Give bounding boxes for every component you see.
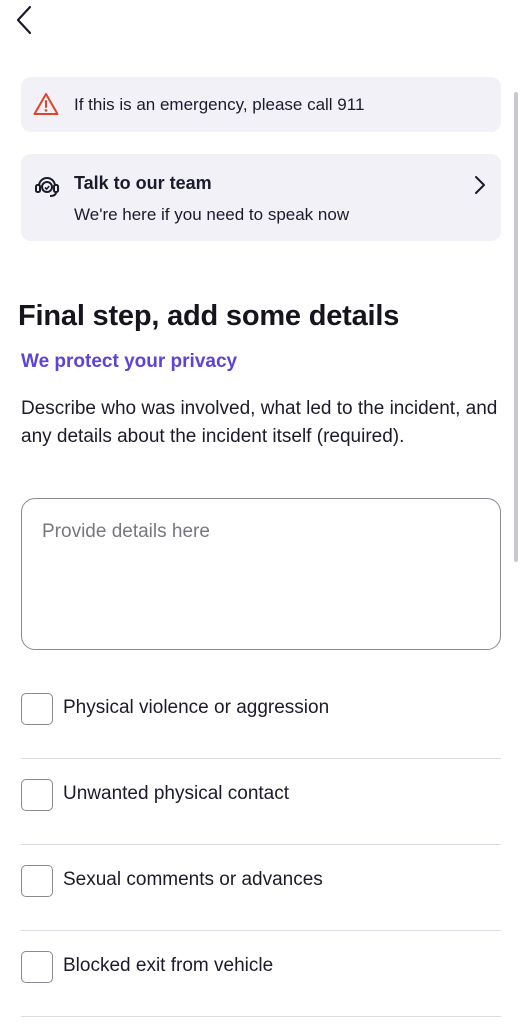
warning-triangle-icon [33,92,59,121]
privacy-link[interactable]: We protect your privacy [21,351,237,373]
option-label: Unwanted physical contact [63,783,290,804]
talk-to-team-title: Talk to our team [74,173,212,193]
option-sexual-comments[interactable]: Sexual comments or advances [21,845,501,931]
talk-to-team-card[interactable]: Talk to our team We're here if you need … [21,154,501,241]
back-button[interactable] [8,2,40,38]
chevron-left-icon [16,5,32,35]
incident-options-list: Physical violence or aggression Unwanted… [21,673,501,1017]
chevron-right-icon [473,174,487,201]
scrollbar[interactable] [514,92,518,562]
talk-to-team-subtitle: We're here if you need to speak now [74,205,350,224]
option-physical-violence[interactable]: Physical violence or aggression [21,673,501,759]
page-title: Final step, add some details [18,300,400,332]
option-blocked-exit[interactable]: Blocked exit from vehicle [21,931,501,1017]
support-agent-icon [33,172,61,205]
option-label: Physical violence or aggression [63,697,330,718]
option-label: Sexual comments or advances [63,869,323,890]
checkbox[interactable] [21,951,53,983]
checkbox[interactable] [21,693,53,725]
description-text: Describe who was involved, what led to t… [21,398,498,447]
checkbox[interactable] [21,779,53,811]
option-label: Blocked exit from vehicle [63,955,274,976]
report-screen: If this is an emergency, please call 911… [0,0,522,1024]
details-input[interactable] [21,498,501,650]
option-unwanted-contact[interactable]: Unwanted physical contact [21,759,501,845]
emergency-text: If this is an emergency, please call 911 [74,95,365,114]
checkbox[interactable] [21,865,53,897]
emergency-banner: If this is an emergency, please call 911 [21,77,501,132]
